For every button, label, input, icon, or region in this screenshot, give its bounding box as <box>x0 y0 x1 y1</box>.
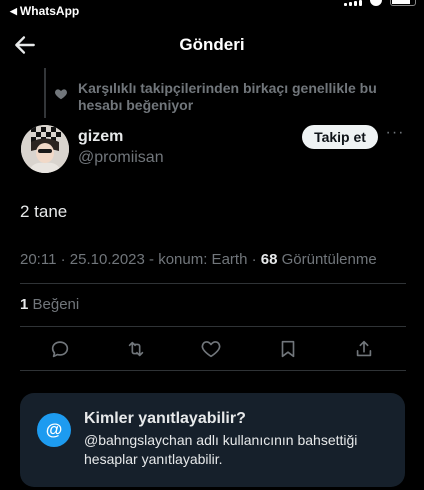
bookmark-icon <box>281 340 295 358</box>
meta-separator: · <box>247 251 261 268</box>
heart-icon <box>55 89 67 100</box>
post-text: 2 tane <box>20 202 68 221</box>
meta-separator: · <box>56 251 70 268</box>
more-options-icon[interactable]: ··· <box>384 125 406 147</box>
like-icon <box>201 341 221 358</box>
header: Gönderi <box>0 24 424 68</box>
thread-line <box>44 68 46 118</box>
social-context: Karşılıklı takipçilerinden birkaçı genel… <box>0 68 424 120</box>
page-title: Gönderi <box>179 35 245 54</box>
mention-icon: @ <box>37 413 71 447</box>
post-time: 20:11 <box>20 251 57 268</box>
reply-icon <box>51 341 69 358</box>
like-button[interactable] <box>200 338 224 362</box>
battery-icon <box>390 0 416 6</box>
likes-label: Beğeni <box>28 296 80 313</box>
post-location[interactable]: konum: Earth <box>158 251 247 268</box>
views-label: Görüntülenme <box>277 251 377 268</box>
reply-restriction-text: @bahngslaychan adlı kullanıcının bahsett… <box>84 432 358 467</box>
system-icons <box>344 0 416 8</box>
divider <box>20 283 406 284</box>
share-icon <box>356 340 372 357</box>
reply-restriction-card: @ Kimler yanıtlayabilir? @bahngslaychan … <box>20 393 405 487</box>
back-app-label: WhatsApp <box>19 4 80 18</box>
views-count: 68 <box>260 251 278 268</box>
wifi-icon <box>370 0 382 6</box>
meta-separator: - <box>144 251 159 268</box>
avatar[interactable] <box>21 125 69 173</box>
back-to-app-link[interactable]: ◀ WhatsApp <box>10 4 79 18</box>
author-name[interactable]: gizem <box>78 128 123 146</box>
post-date: 25.10.2023 <box>69 251 145 268</box>
social-context-text: Karşılıklı takipçilerinden birkaçı genel… <box>78 80 377 113</box>
avatar-image <box>21 125 69 173</box>
retweet-icon <box>128 341 144 357</box>
post-meta: 20:11 · 25.10.2023 - konum: Earth · 68 G… <box>20 251 377 268</box>
action-bar <box>0 336 424 366</box>
divider <box>20 370 406 371</box>
signal-icon <box>344 0 362 6</box>
likes-row[interactable]: 1 Beğeni <box>20 296 79 313</box>
reply-button[interactable] <box>49 338 73 362</box>
status-bar: ◀ WhatsApp <box>0 0 424 24</box>
follow-button[interactable]: Takip et <box>302 125 378 149</box>
bookmark-button[interactable] <box>277 338 301 362</box>
retweet-button[interactable] <box>125 338 149 362</box>
divider <box>20 326 406 327</box>
author-handle[interactable]: @promiisan <box>78 149 164 167</box>
back-triangle-icon: ◀ <box>10 5 17 16</box>
share-button[interactable] <box>353 338 377 362</box>
reply-restriction-title: Kimler yanıtlayabilir? <box>84 410 246 427</box>
